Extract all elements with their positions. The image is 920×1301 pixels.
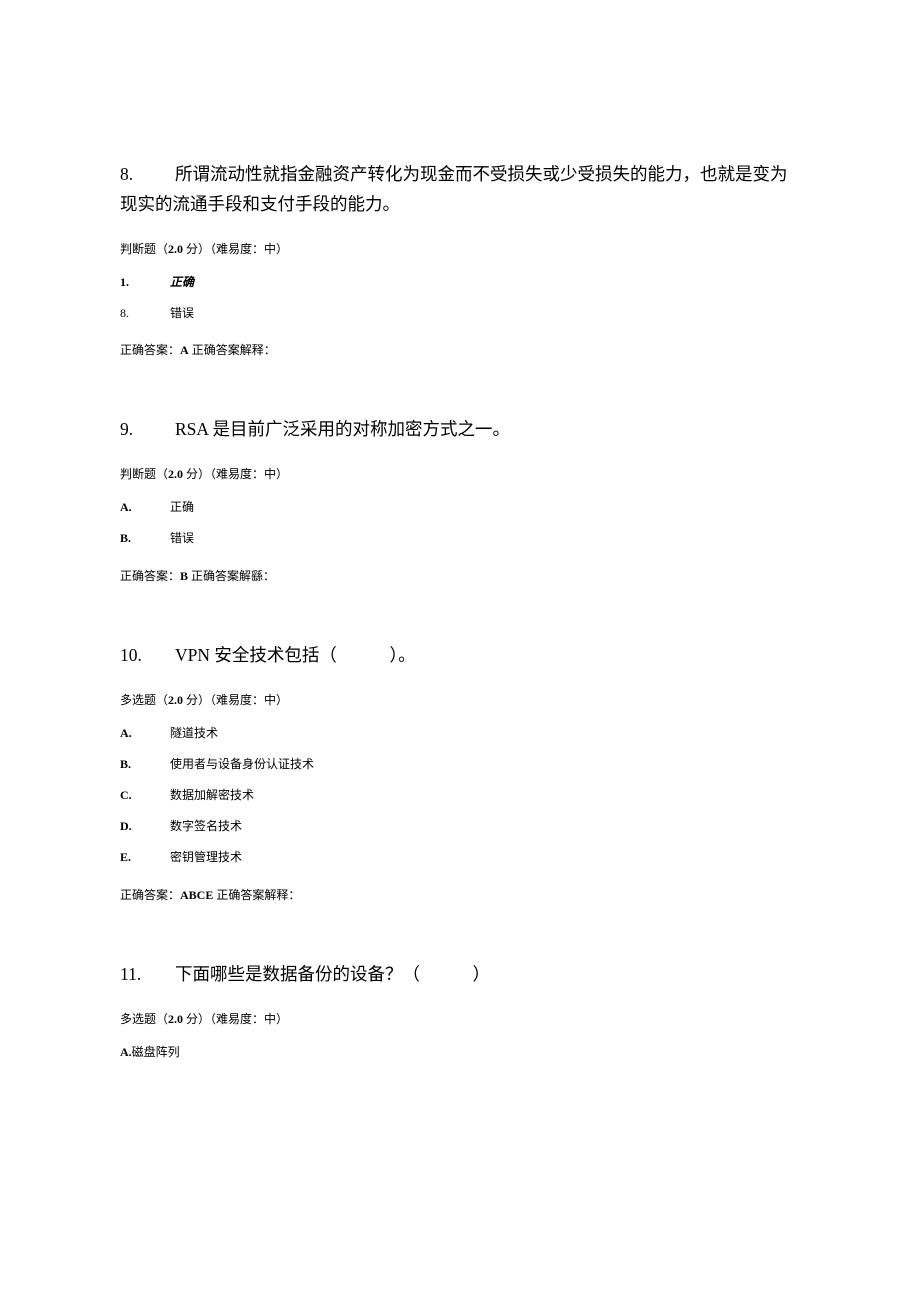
option-marker: 1. [120, 273, 170, 292]
question-meta: 判断题（2.0 分）（难易度：中） [120, 240, 800, 259]
question-title: 11.下面哪些是数据备份的设备？（ ） [120, 960, 800, 990]
question-number: 11. [120, 960, 175, 990]
question-title: 8.所谓流动性就指金融资产转化为现金而不受损失或少受损失的能力，也就是变为现实的… [120, 160, 800, 220]
question-text: 下面哪些是数据备份的设备？（ ） [175, 964, 490, 984]
answer-key: B [180, 569, 188, 583]
option-marker: B. [120, 529, 170, 548]
option-a: A.磁盘阵列 [120, 1043, 800, 1062]
option-marker: 8. [120, 304, 170, 323]
question-number: 10. [120, 641, 175, 671]
question-title: 9.RSA 是目前广泛采用的对称加密方式之一。 [120, 415, 800, 445]
question-text: VPN 安全技术包括（ ）。 [175, 645, 416, 665]
question-number: 9. [120, 415, 175, 445]
option-a: A. 正确 [120, 498, 800, 517]
option-marker: C. [120, 786, 170, 805]
question-title: 10.VPN 安全技术包括（ ）。 [120, 641, 800, 671]
question-8: 8.所谓流动性就指金融资产转化为现金而不受损失或少受损失的能力，也就是变为现实的… [120, 160, 800, 360]
answer-line: 正确答案：B 正确答案解繇： [120, 567, 800, 586]
option-marker: B. [120, 755, 170, 774]
option-text: 错误 [170, 304, 194, 323]
option-marker: A. [120, 724, 170, 743]
option-marker: E. [120, 848, 170, 867]
option-text: 错误 [170, 529, 194, 548]
option-text: 磁盘阵列 [132, 1045, 180, 1059]
option-text: 正确 [170, 498, 194, 517]
option-marker: A. [120, 1045, 132, 1059]
question-9: 9.RSA 是目前广泛采用的对称加密方式之一。 判断题（2.0 分）（难易度：中… [120, 415, 800, 586]
answer-line: 正确答案：ABCE 正确答案解释： [120, 886, 800, 905]
question-number: 8. [120, 160, 175, 190]
answer-key: A [180, 343, 189, 357]
option-d: D. 数字签名技术 [120, 817, 800, 836]
question-meta: 多选题（2.0 分）（难易度：中） [120, 1010, 800, 1029]
option-a: A. 隧道技术 [120, 724, 800, 743]
option-b: B. 使用者与设备身份认证技术 [120, 755, 800, 774]
option-e: E. 密钥管理技术 [120, 848, 800, 867]
question-meta: 判断题（2.0 分）（难易度：中） [120, 465, 800, 484]
option-text: 使用者与设备身份认证技术 [170, 755, 314, 774]
option-text: 正确 [170, 273, 194, 292]
question-text: RSA 是目前广泛采用的对称加密方式之一。 [175, 419, 510, 439]
option-c: C. 数据加解密技术 [120, 786, 800, 805]
option-text: 隧道技术 [170, 724, 218, 743]
question-10: 10.VPN 安全技术包括（ ）。 多选题（2.0 分）（难易度：中） A. 隧… [120, 641, 800, 905]
question-meta: 多选题（2.0 分）（难易度：中） [120, 691, 800, 710]
option-marker: D. [120, 817, 170, 836]
option-marker: A. [120, 498, 170, 517]
answer-line: 正确答案：A 正确答案解释： [120, 341, 800, 360]
answer-key: ABCE [180, 888, 213, 902]
option-1: 1. 正确 [120, 273, 800, 292]
option-text: 数据加解密技术 [170, 786, 254, 805]
option-b: B. 错误 [120, 529, 800, 548]
question-11: 11.下面哪些是数据备份的设备？（ ） 多选题（2.0 分）（难易度：中） A.… [120, 960, 800, 1062]
question-text: 所谓流动性就指金融资产转化为现金而不受损失或少受损失的能力，也就是变为现实的流通… [120, 164, 788, 214]
option-text: 数字签名技术 [170, 817, 242, 836]
option-8: 8. 错误 [120, 304, 800, 323]
option-text: 密钥管理技术 [170, 848, 242, 867]
